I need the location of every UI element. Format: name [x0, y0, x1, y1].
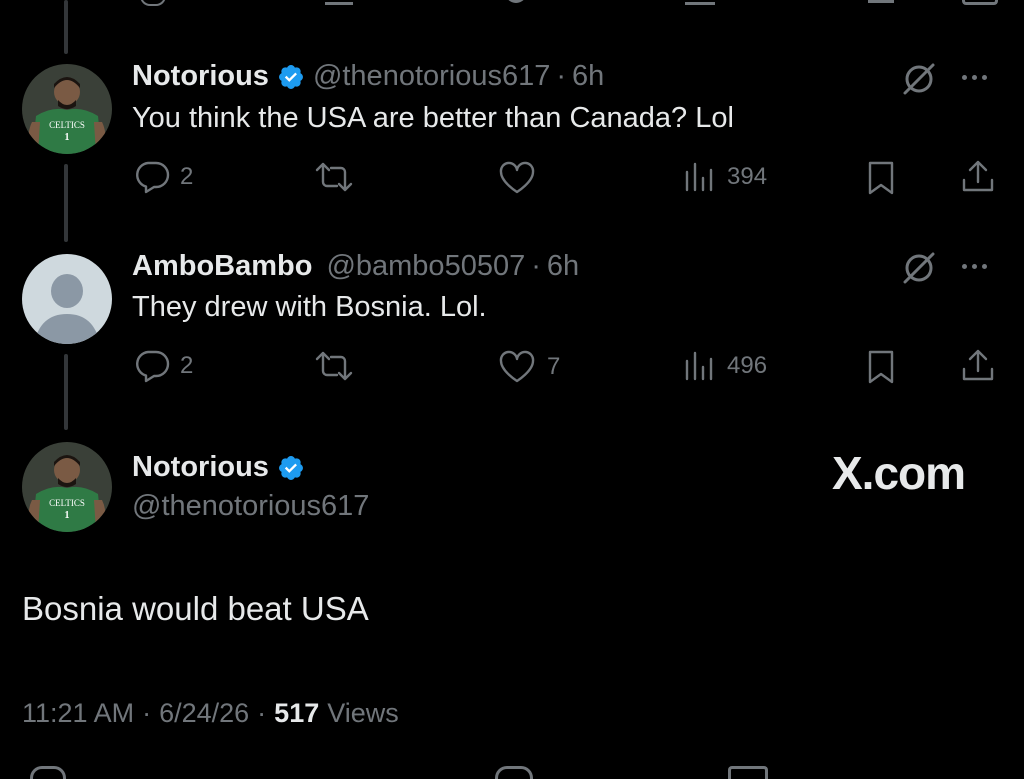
svg-text:CELTICS: CELTICS [49, 498, 85, 508]
svg-text:1: 1 [65, 510, 70, 521]
reply-count: 2 [180, 163, 194, 190]
reply-button[interactable]: 2 [134, 160, 193, 194]
x-watermark: X.com [832, 447, 966, 499]
share-button[interactable] [960, 347, 996, 385]
more-icon[interactable] [962, 264, 987, 269]
like-button[interactable]: 7 [497, 349, 560, 385]
share-icon [962, 160, 994, 192]
svg-text:CELTICS: CELTICS [49, 120, 85, 130]
handle[interactable]: @bambo50507 [326, 250, 525, 283]
display-name[interactable]: Notorious [132, 60, 269, 93]
views-button[interactable]: 496 [683, 349, 767, 383]
views-button[interactable]: 394 [683, 160, 767, 194]
tweet-text: They drew with Bosnia. Lol. [132, 291, 487, 323]
timestamp[interactable]: 6h [547, 250, 579, 283]
view-count: 394 [727, 163, 768, 190]
bookmark-button[interactable] [864, 160, 898, 196]
like-icon [499, 350, 535, 383]
share-button[interactable] [960, 158, 996, 196]
handle[interactable]: @thenotorious617 [132, 490, 369, 523]
reply-icon [136, 350, 170, 383]
avatar-default[interactable] [22, 254, 112, 344]
post-date[interactable]: 6/24/26 [159, 698, 249, 729]
tweet-header: Notorious @thenotorious617 · 6h [132, 60, 604, 93]
verified-badge-icon [277, 454, 305, 482]
post-views-count: 517 [274, 698, 320, 728]
bookmark-icon [868, 350, 894, 384]
display-name[interactable]: Notorious [132, 451, 269, 484]
view-count: 496 [727, 352, 768, 379]
display-name[interactable]: AmboBambo [132, 250, 312, 283]
avatar[interactable]: CELTICS 1 [22, 64, 112, 154]
tweet-header: AmboBambo @bambo50507 · 6h [132, 250, 579, 283]
post-author: Notorious [132, 451, 305, 484]
post-time[interactable]: 11:21 AM [22, 698, 134, 729]
reply-count: 2 [180, 352, 194, 379]
post-text: Bosnia would beat USA [22, 590, 369, 627]
thread-line [64, 164, 68, 242]
verified-badge-icon [277, 63, 305, 91]
separator: · [556, 60, 567, 92]
like-count: 7 [547, 353, 561, 380]
grok-icon[interactable] [900, 249, 938, 292]
tweet-text: You think the USA are better than Canada… [132, 102, 734, 134]
bottom-cutoff-row [0, 762, 1024, 779]
reply-button[interactable]: 2 [134, 349, 193, 383]
bookmark-button[interactable] [864, 349, 898, 385]
retweet-icon [315, 351, 353, 381]
timestamp[interactable]: 6h [572, 60, 604, 93]
like-icon [499, 161, 535, 194]
more-icon[interactable] [962, 75, 987, 80]
share-icon [962, 349, 994, 381]
post-views-label: Views [327, 698, 399, 728]
like-button[interactable] [497, 160, 537, 196]
thread-line [64, 354, 68, 430]
bookmark-icon [868, 161, 894, 195]
reply-icon [136, 161, 170, 194]
avatar[interactable]: CELTICS 1 [22, 442, 112, 532]
svg-text:1: 1 [65, 132, 70, 143]
post-meta: 11:21 AM · 6/24/26 · 517 Views [22, 698, 399, 729]
previous-action-row [0, 0, 1024, 8]
retweet-icon [315, 162, 353, 192]
separator: · [531, 250, 541, 282]
handle[interactable]: @thenotorious617 [313, 60, 550, 93]
grok-icon[interactable] [900, 60, 938, 103]
views-icon [685, 162, 713, 192]
retweet-button[interactable] [313, 349, 355, 383]
views-icon [685, 351, 713, 381]
retweet-button[interactable] [313, 160, 355, 194]
thread-line [64, 0, 68, 54]
